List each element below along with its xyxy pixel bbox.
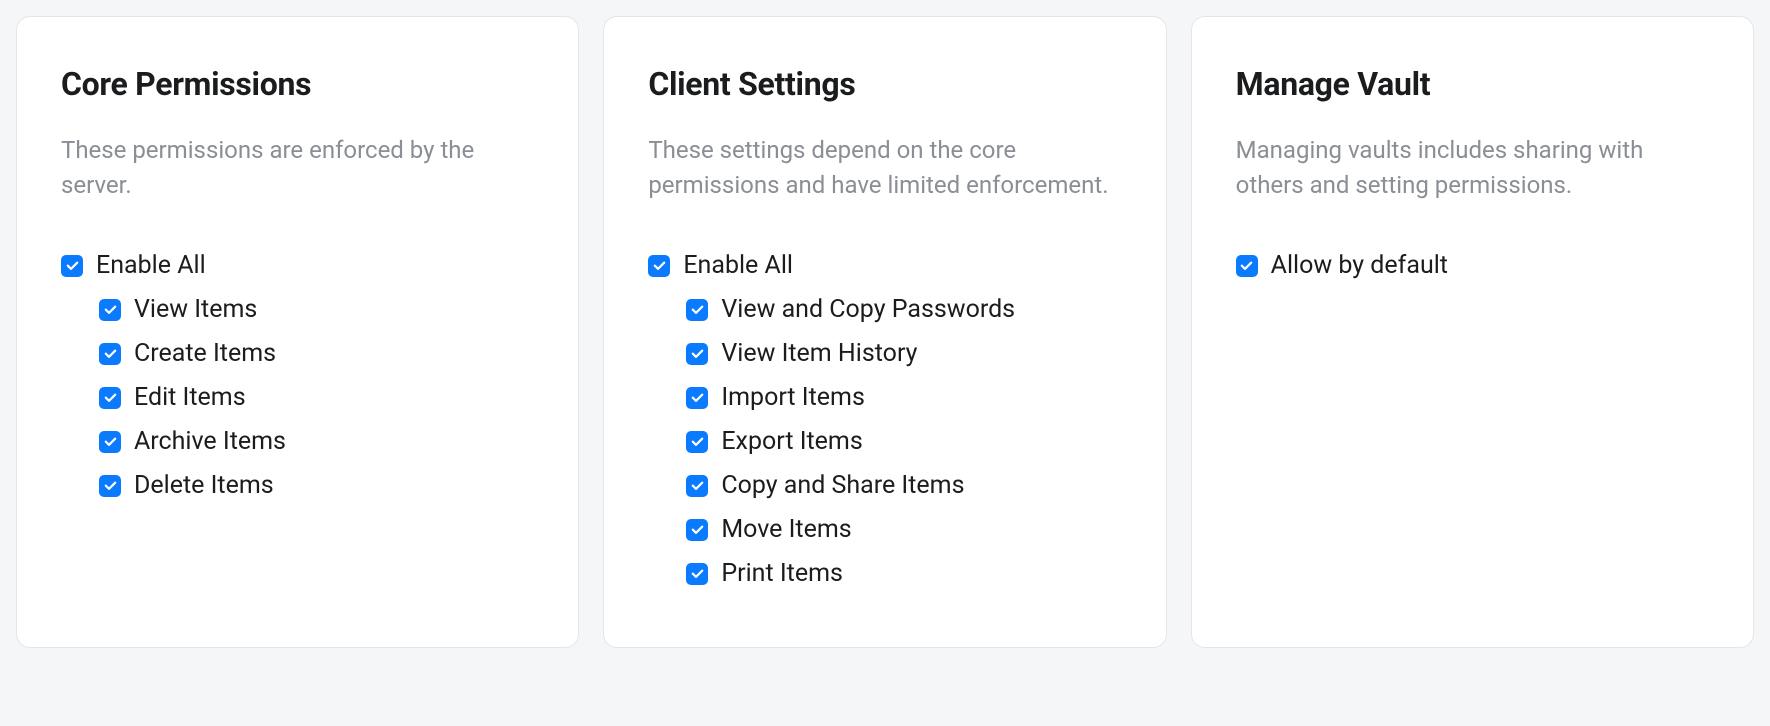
client-option-label: View and Copy Passwords [721, 295, 1015, 325]
checkbox-checked-icon[interactable] [648, 255, 670, 277]
core-enable-all-row[interactable]: Enable All [61, 251, 534, 281]
checkbox-checked-icon[interactable] [686, 431, 708, 453]
client-option-row[interactable]: View Item History [686, 339, 1121, 369]
checkbox-checked-icon[interactable] [686, 299, 708, 321]
client-option-row[interactable]: Export Items [686, 427, 1121, 457]
manage-vault-description: Managing vaults includes sharing with ot… [1236, 133, 1709, 203]
manage-vault-card: Manage Vault Managing vaults includes sh… [1191, 16, 1754, 648]
core-permissions-card: Core Permissions These permissions are e… [16, 16, 579, 648]
checkbox-checked-icon[interactable] [686, 387, 708, 409]
checkbox-checked-icon[interactable] [686, 519, 708, 541]
core-option-row[interactable]: View Items [99, 295, 534, 325]
client-option-row[interactable]: View and Copy Passwords [686, 295, 1121, 325]
checkbox-checked-icon[interactable] [99, 299, 121, 321]
client-settings-title: Client Settings [648, 65, 1121, 103]
client-option-row[interactable]: Copy and Share Items [686, 471, 1121, 501]
checkbox-checked-icon[interactable] [61, 255, 83, 277]
checkbox-checked-icon[interactable] [1236, 255, 1258, 277]
client-option-label: Print Items [721, 559, 843, 589]
core-permissions-description: These permissions are enforced by the se… [61, 133, 534, 203]
client-option-row[interactable]: Import Items [686, 383, 1121, 413]
core-option-label: Archive Items [134, 427, 286, 457]
permission-cards-row: Core Permissions These permissions are e… [16, 16, 1754, 648]
core-permissions-title: Core Permissions [61, 65, 534, 103]
core-enable-all-label: Enable All [96, 251, 206, 281]
client-option-row[interactable]: Move Items [686, 515, 1121, 545]
checkbox-checked-icon[interactable] [99, 431, 121, 453]
checkbox-checked-icon[interactable] [99, 475, 121, 497]
core-option-label: Delete Items [134, 471, 274, 501]
client-option-label: Copy and Share Items [721, 471, 964, 501]
core-option-label: Create Items [134, 339, 276, 369]
client-settings-description: These settings depend on the core permis… [648, 133, 1121, 203]
vault-allow-label: Allow by default [1271, 251, 1448, 281]
core-option-row[interactable]: Create Items [99, 339, 534, 369]
checkbox-checked-icon[interactable] [686, 343, 708, 365]
core-option-label: Edit Items [134, 383, 246, 413]
checkbox-checked-icon[interactable] [686, 475, 708, 497]
core-option-row[interactable]: Archive Items [99, 427, 534, 457]
client-option-label: Move Items [721, 515, 851, 545]
client-option-label: Import Items [721, 383, 865, 413]
manage-vault-title: Manage Vault [1236, 65, 1709, 103]
checkbox-checked-icon[interactable] [99, 343, 121, 365]
client-option-label: View Item History [721, 339, 917, 369]
core-option-row[interactable]: Delete Items [99, 471, 534, 501]
core-option-label: View Items [134, 295, 257, 325]
checkbox-checked-icon[interactable] [686, 563, 708, 585]
client-option-row[interactable]: Print Items [686, 559, 1121, 589]
client-enable-all-row[interactable]: Enable All [648, 251, 1121, 281]
checkbox-checked-icon[interactable] [99, 387, 121, 409]
core-option-row[interactable]: Edit Items [99, 383, 534, 413]
client-settings-card: Client Settings These settings depend on… [603, 16, 1166, 648]
vault-allow-row[interactable]: Allow by default [1236, 251, 1709, 281]
client-enable-all-label: Enable All [683, 251, 793, 281]
client-option-label: Export Items [721, 427, 862, 457]
